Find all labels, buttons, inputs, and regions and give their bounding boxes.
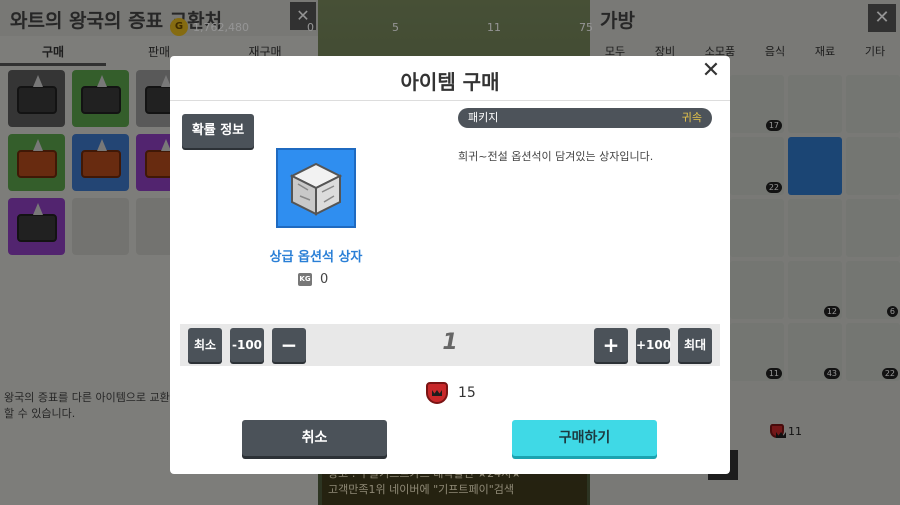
package-bar: 패키지 귀속: [458, 108, 712, 128]
item-weight: KG 0: [298, 272, 328, 287]
plus-button[interactable]: +: [594, 328, 628, 362]
cost-value: 15: [458, 385, 476, 401]
dialog-title: 아이템 구매: [400, 70, 500, 94]
purchase-dialog: 아이템 구매 ✕ 확률 정보 상급 옵션석 상자 KG 0 패키지 귀속 희귀~…: [170, 56, 730, 474]
divider: [170, 100, 730, 101]
package-label: 패키지: [468, 111, 499, 124]
item-name: 상급 옵션석 상자: [269, 250, 363, 265]
close-icon[interactable]: ✕: [700, 60, 722, 83]
stone-box-icon: [289, 162, 343, 216]
min-quantity-button[interactable]: 최소: [188, 328, 222, 362]
minus-100-button[interactable]: -100: [230, 328, 264, 362]
probability-info-button[interactable]: 확률 정보: [182, 114, 254, 148]
purchase-cost: 15: [426, 382, 476, 404]
plus-100-button[interactable]: +100: [636, 328, 671, 362]
quantity-stepper: 최소 -100 − 1 + +100 최대: [180, 324, 720, 366]
bound-label: 귀속: [681, 111, 702, 124]
minus-button[interactable]: −: [272, 328, 306, 362]
quantity-value[interactable]: 1: [420, 330, 480, 355]
max-quantity-button[interactable]: 최대: [678, 328, 712, 362]
royal-token-icon: [426, 382, 448, 404]
item-icon: [276, 148, 356, 228]
item-description: 희귀~전설 옵션석이 담겨있는 상자입니다.: [458, 150, 654, 163]
buy-button[interactable]: 구매하기: [512, 420, 657, 456]
weight-icon: KG: [298, 273, 312, 286]
weight-value: 0: [320, 272, 329, 287]
cancel-button[interactable]: 취소: [242, 420, 387, 456]
